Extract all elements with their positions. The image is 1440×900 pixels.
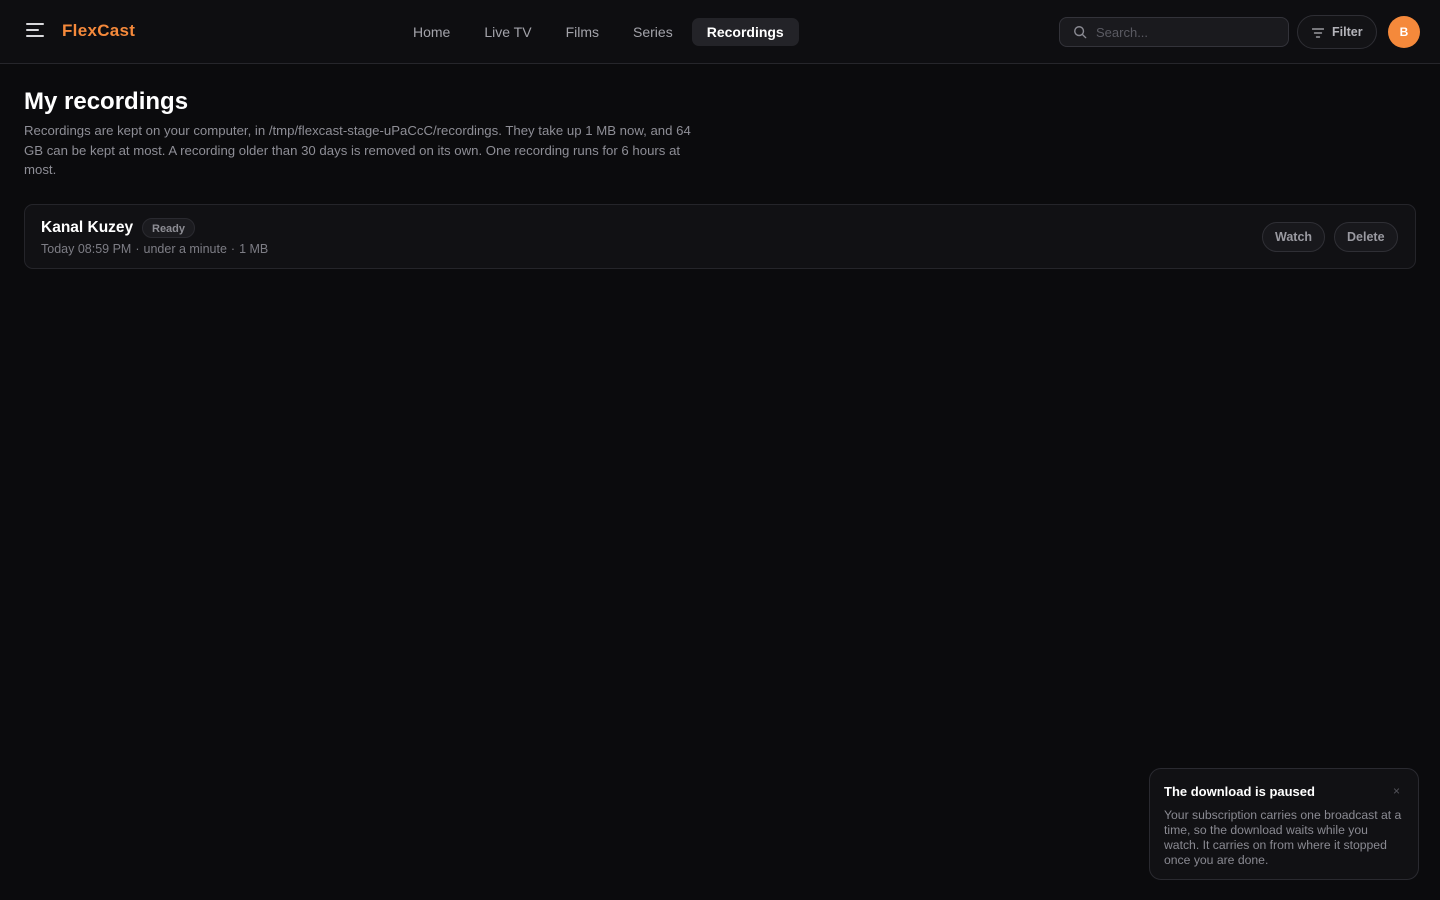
tab-films[interactable]: Films bbox=[551, 18, 614, 46]
search-box bbox=[1059, 17, 1289, 47]
recording-meta: Today 08:59 PM · under a minute · 1 MB bbox=[41, 242, 268, 256]
search-input[interactable] bbox=[1096, 18, 1282, 46]
tab-home[interactable]: Home bbox=[398, 18, 465, 46]
tab-series[interactable]: Series bbox=[618, 18, 688, 46]
status-badge: Ready bbox=[142, 218, 196, 238]
meta-separator: · bbox=[230, 242, 236, 256]
filter-icon bbox=[1312, 28, 1324, 38]
meta-separator: · bbox=[135, 242, 140, 256]
toast-title: The download is paused bbox=[1164, 784, 1315, 799]
page-description: Recordings are kept on your computer, in… bbox=[24, 123, 691, 177]
brand-logo[interactable]: FlexCast bbox=[62, 21, 135, 41]
avatar[interactable]: B bbox=[1388, 16, 1420, 48]
tab-recordings[interactable]: Recordings bbox=[691, 18, 799, 46]
top-bar: FlexCast Home Live TV Films Series Recor… bbox=[0, 0, 1440, 64]
recording-date: Today 08:59 PM bbox=[41, 242, 132, 256]
close-icon[interactable]: × bbox=[1393, 784, 1400, 798]
hamburger-menu-icon[interactable] bbox=[24, 20, 46, 42]
recording-card: Kanal Kuzey Ready Today 08:59 PM · under a… bbox=[24, 204, 1416, 269]
page-title: My recordings bbox=[24, 88, 189, 115]
search-icon bbox=[1074, 26, 1087, 39]
main-nav: Home Live TV Films Series Recordings bbox=[398, 18, 799, 46]
filter-label: Filter bbox=[1332, 25, 1363, 39]
tab-live-tv[interactable]: Live TV bbox=[469, 18, 546, 46]
recording-duration: under a minute bbox=[143, 242, 227, 256]
toast-notification: The download is paused × Your subscripti… bbox=[1149, 768, 1419, 880]
toast-message: Your subscription carries one broadcast … bbox=[1164, 808, 1402, 867]
recording-title: Kanal Kuzey bbox=[41, 219, 134, 236]
filter-button[interactable]: Filter bbox=[1297, 15, 1377, 49]
delete-button[interactable]: Delete bbox=[1334, 222, 1398, 252]
watch-button[interactable]: Watch bbox=[1262, 222, 1326, 252]
recording-size: 1 MB bbox=[239, 242, 269, 256]
